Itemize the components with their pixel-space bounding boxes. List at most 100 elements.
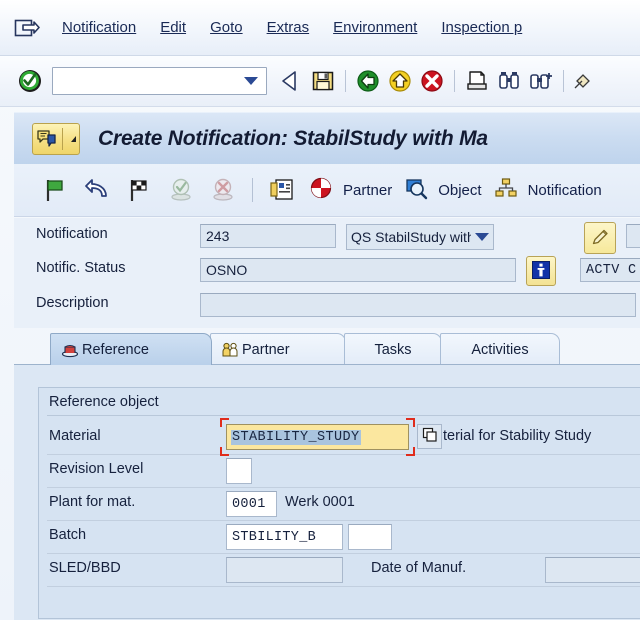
material-matchcode-button[interactable] [417, 424, 442, 449]
sled-bbd-input[interactable] [226, 557, 343, 583]
sled-bbd-label: SLED/BBD [49, 560, 121, 576]
status-detail-field[interactable]: ACTV C [580, 258, 640, 282]
menu-item-extras[interactable]: Extras [255, 15, 322, 40]
undo-arrow-icon[interactable] [83, 176, 111, 204]
reference-object-title: Reference object [49, 394, 159, 410]
menu-item-goto[interactable]: Goto [198, 15, 255, 40]
material-input[interactable]: STABILITY_STUDY [226, 424, 409, 450]
tab-tasks[interactable]: Tasks [344, 333, 442, 365]
menu-bar: Notification Edit Goto Extras Environmen… [0, 0, 640, 56]
cancel-red-icon[interactable] [419, 68, 445, 94]
tab-partner[interactable]: Partner [210, 333, 346, 365]
plant-input[interactable]: 0001 [226, 491, 277, 517]
page-title: Create Notification: StabilStudy with Ma [98, 127, 488, 150]
chevron-down-icon[interactable] [475, 233, 489, 241]
notification-number-input[interactable]: 243 [200, 224, 336, 248]
standard-toolbar [0, 56, 640, 107]
revision-level-label: Revision Level [49, 461, 144, 477]
checkered-flag-icon[interactable] [125, 176, 153, 204]
object-magnifier-icon [404, 176, 432, 204]
chevron-down-icon[interactable] [244, 77, 258, 85]
menu-item-notification-label: Notification [62, 19, 137, 36]
reference-object-icon [61, 341, 79, 359]
tab-activities[interactable]: Activities [440, 333, 560, 365]
edit-pencil-button[interactable] [584, 222, 616, 254]
row-divider [47, 487, 640, 488]
batch-input[interactable]: STBILITY_B [226, 524, 343, 550]
row-divider [47, 520, 640, 521]
partner-circle-icon [309, 176, 337, 204]
batch-label: Batch [49, 527, 87, 543]
menu-item-edit-label: Edit [160, 19, 187, 36]
menu-item-inspection[interactable]: Inspection p [429, 15, 534, 40]
menu-item-inspection-label: Inspection p [441, 19, 523, 36]
title-button-divider [62, 128, 63, 150]
info-icon [531, 260, 551, 283]
notification-button-label: Notification [527, 181, 602, 199]
date-of-manuf-label: Date of Manuf. [371, 560, 467, 576]
status-info-button[interactable] [526, 256, 556, 286]
notification-create-icon [35, 127, 59, 151]
tab-tasks-label: Tasks [374, 341, 412, 358]
address-card-icon[interactable] [268, 176, 296, 204]
find-next-icon[interactable] [528, 68, 554, 94]
tab-reference[interactable]: Reference [50, 333, 212, 365]
pencil-edit-icon [590, 227, 610, 250]
complete-stamp-icon [167, 176, 195, 204]
menu-item-extras-label: Extras [266, 19, 310, 36]
save-floppy-icon[interactable] [310, 68, 336, 94]
row-divider [47, 454, 640, 455]
notification-status-input[interactable]: OSNO [200, 258, 516, 282]
notification-type-value: QS StabilStudy with ... [351, 229, 471, 245]
help-icon[interactable] [573, 68, 599, 94]
description-input[interactable] [200, 293, 636, 317]
partner-button[interactable]: Partner [309, 176, 392, 204]
menu-item-environment[interactable]: Environment [321, 15, 429, 40]
tab-strip: Reference Partner Tasks Activities [50, 333, 640, 365]
partner-button-label: Partner [343, 181, 393, 199]
green-flag-icon[interactable] [41, 176, 69, 204]
tab-content-reference: Reference object Material STABILITY_STUD… [14, 364, 640, 620]
notification-header-form: Notification 243 QS StabilStudy with ...… [14, 218, 640, 328]
material-label: Material [49, 428, 101, 444]
exit-yellow-icon[interactable] [387, 68, 413, 94]
matchcode-overlay-icon [422, 427, 438, 446]
notification-hierarchy-icon [494, 176, 522, 204]
menu-item-notification[interactable]: Notification [50, 15, 148, 40]
material-description: terial for Stability Study [443, 428, 592, 444]
row-divider [47, 553, 640, 554]
object-button-label: Object [438, 181, 482, 199]
notification-type-dropdown[interactable]: QS StabilStudy with ... [346, 224, 494, 250]
toolbar-separator [454, 70, 455, 92]
find-icon[interactable] [496, 68, 522, 94]
notification-button[interactable]: Notification [494, 176, 602, 204]
print-icon[interactable] [464, 68, 490, 94]
object-button[interactable]: Object [404, 176, 482, 204]
system-menu-icon[interactable] [14, 17, 40, 39]
batch-extra-input[interactable] [348, 524, 392, 550]
menu-item-edit[interactable]: Edit [148, 15, 198, 40]
toolbar-separator [563, 70, 564, 92]
menu-item-environment-label: Environment [333, 19, 418, 36]
tab-reference-label: Reference [82, 341, 149, 358]
toolbar-separator [252, 178, 253, 202]
dropdown-arrow-icon[interactable] [66, 136, 76, 142]
notification-type-extra-field[interactable] [626, 224, 640, 248]
notification-status-label: Notific. Status [36, 260, 126, 276]
title-menu-button[interactable] [32, 123, 80, 155]
application-toolbar: Partner Object Notification [14, 164, 640, 217]
back-arrow-icon[interactable] [278, 68, 304, 94]
tab-partner-label: Partner [242, 341, 290, 358]
sap-gui-window: Notification Edit Goto Extras Environmen… [0, 0, 640, 620]
revision-level-input[interactable] [226, 458, 252, 484]
back-green-icon[interactable] [355, 68, 381, 94]
green-check-enter-icon[interactable] [17, 68, 43, 94]
row-divider [47, 586, 640, 587]
plant-description: Werk 0001 [285, 494, 355, 510]
command-field[interactable] [52, 67, 267, 95]
date-of-manuf-input[interactable] [545, 557, 640, 583]
reference-object-group: Reference object Material STABILITY_STUD… [38, 387, 640, 619]
group-divider [47, 415, 640, 416]
notification-label: Notification [36, 226, 108, 242]
material-input-value: STABILITY_STUDY [231, 429, 361, 445]
